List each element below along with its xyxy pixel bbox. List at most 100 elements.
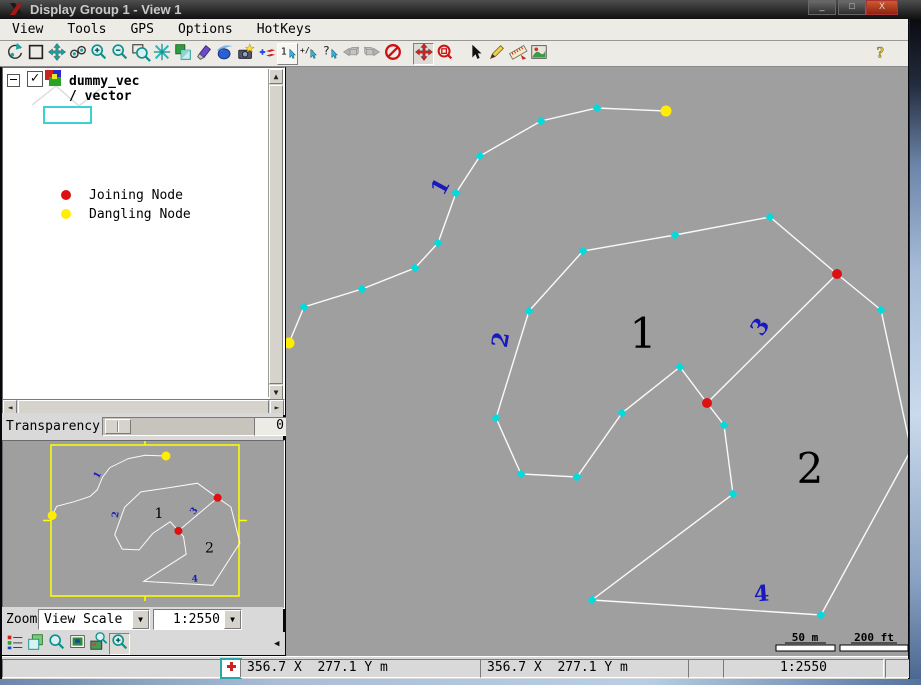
zoom-out-button[interactable] xyxy=(109,43,130,65)
line-category-label: 3 xyxy=(189,506,201,517)
transparency-label: Transparency xyxy=(6,419,100,434)
chevron-down-icon[interactable]: ▼ xyxy=(224,610,241,629)
vertex-marker xyxy=(670,230,679,239)
scroll-down-icon[interactable]: ▼ xyxy=(269,385,283,400)
zoom-extent-button[interactable] xyxy=(130,43,151,65)
measure-icon xyxy=(508,42,528,66)
vertex-marker xyxy=(906,445,908,454)
query-cursor-icon: ? xyxy=(320,42,340,66)
menu-gps[interactable]: GPS xyxy=(118,19,165,37)
zoom-map-button[interactable] xyxy=(88,633,109,655)
chevron-down-icon[interactable]: ▼ xyxy=(132,610,149,629)
zoom-mode-select[interactable]: View Scale ▼ xyxy=(38,609,150,630)
close-button[interactable]: X xyxy=(866,0,898,15)
collapse-panel-icon[interactable]: ◀ xyxy=(274,639,279,649)
view-scale-value: 1:2550 xyxy=(154,612,224,627)
vertex-marker xyxy=(491,413,500,422)
overview-map: 123412 xyxy=(3,441,282,606)
next-button[interactable] xyxy=(361,43,382,65)
zoom-box-tool-button[interactable] xyxy=(434,43,455,65)
window-bottom-edge xyxy=(0,679,921,685)
redraw-button[interactable] xyxy=(4,43,25,65)
crosshair-icon[interactable] xyxy=(220,658,242,679)
cursor-coordinates-left: 356.7 X 277.1 Y m xyxy=(240,659,485,678)
measure-button[interactable] xyxy=(507,43,528,65)
erase-button[interactable] xyxy=(193,43,214,65)
toggle-plusminus-button[interactable]: +/- xyxy=(298,43,319,65)
select-one-button[interactable]: 1 xyxy=(277,43,298,65)
zoom-in-button[interactable] xyxy=(88,43,109,65)
scroll-up-icon[interactable]: ▲ xyxy=(269,69,283,84)
application-window: Display Group 1 - View 1 _ □ X ViewTools… xyxy=(0,0,921,685)
cancel-button[interactable] xyxy=(382,43,403,65)
link-views-button[interactable] xyxy=(67,43,88,65)
snapshot-button[interactable] xyxy=(235,43,256,65)
map-canvas[interactable]: 12341250 m200 ft xyxy=(286,67,908,656)
add-layer-button[interactable] xyxy=(256,43,277,65)
tree-vertical-scrollbar[interactable]: ▲ ▼ xyxy=(268,69,283,397)
overview-map-panel[interactable]: 123412 xyxy=(2,440,285,609)
menu-bar: ViewToolsGPSOptionsHotKeys xyxy=(0,19,908,41)
vertex-marker xyxy=(475,151,484,160)
menu-hotkeys[interactable]: HotKeys xyxy=(245,19,324,37)
zoom-in-tool-button[interactable] xyxy=(109,633,130,655)
raster-display-button[interactable] xyxy=(67,633,88,655)
menu-tools[interactable]: Tools xyxy=(55,19,118,37)
split-view-button[interactable] xyxy=(172,43,193,65)
layers-icon xyxy=(26,632,46,656)
box-select-button[interactable] xyxy=(25,43,46,65)
query-cursor-button[interactable]: ? xyxy=(319,43,340,65)
link-views-icon xyxy=(68,42,88,66)
transparency-value: 0 xyxy=(254,417,288,436)
menu-options[interactable]: Options xyxy=(166,19,245,37)
vertex-marker xyxy=(516,469,525,478)
redraw-icon xyxy=(5,42,25,66)
minimize-icon: _ xyxy=(809,1,835,12)
dangling-node-marker xyxy=(661,106,672,117)
view-extent-rect[interactable] xyxy=(51,445,239,596)
add-layer-icon xyxy=(257,42,277,66)
cursor-coordinates-right: 356.7 X 277.1 Y m xyxy=(480,659,693,678)
transparency-slider[interactable] xyxy=(102,417,255,436)
tree-collapse-icon[interactable] xyxy=(7,74,20,87)
pointer-tool-button[interactable] xyxy=(465,43,486,65)
magnifier-button[interactable] xyxy=(46,633,67,655)
map-boundary-2 xyxy=(115,483,218,550)
resample-button[interactable] xyxy=(151,43,172,65)
svg-text:?: ? xyxy=(322,43,329,57)
legend-button[interactable] xyxy=(4,633,25,655)
layers-button[interactable] xyxy=(25,633,46,655)
menu-view[interactable]: View xyxy=(0,19,55,37)
zoom-controls-row: Zoom View Scale ▼ 1:2550 ▼ xyxy=(2,607,283,632)
pan-tool-button[interactable] xyxy=(413,43,434,65)
vertex-marker xyxy=(536,116,545,125)
vertex-marker xyxy=(299,302,308,311)
joining-node-marker xyxy=(174,527,182,535)
pan-tool-icon xyxy=(414,42,434,66)
prev-icon xyxy=(341,42,361,66)
map-preview-button[interactable] xyxy=(528,43,549,65)
area-category-label: 1 xyxy=(630,309,657,358)
extent-tick-marks xyxy=(43,441,247,601)
line-category-label: 2 xyxy=(487,330,515,350)
prev-button[interactable] xyxy=(340,43,361,65)
map-boundary-2 xyxy=(496,217,837,477)
maximize-button[interactable]: □ xyxy=(838,0,866,15)
web-globe-button[interactable] xyxy=(214,43,235,65)
edit-pencil-button[interactable] xyxy=(486,43,507,65)
title-bar[interactable]: Display Group 1 - View 1 _ □ X xyxy=(0,0,921,19)
view-scale-select[interactable]: 1:2550 ▼ xyxy=(153,609,242,630)
minimize-button[interactable]: _ xyxy=(808,0,836,15)
slider-handle[interactable] xyxy=(105,419,131,434)
area-category-label: 2 xyxy=(797,444,824,493)
scrollbar-thumb[interactable] xyxy=(18,400,269,414)
zoom-label: Zoom xyxy=(6,612,37,627)
help-button[interactable]: ? xyxy=(871,43,892,65)
svg-text:1: 1 xyxy=(280,46,286,57)
magnifier-icon xyxy=(47,632,67,656)
zoom-mode-value: View Scale xyxy=(39,612,132,627)
zoom-out-icon xyxy=(110,42,130,66)
layer-checkbox[interactable]: ✓ xyxy=(27,71,43,87)
scrollbar-thumb[interactable] xyxy=(269,85,283,384)
pan-arrows-button[interactable] xyxy=(46,43,67,65)
